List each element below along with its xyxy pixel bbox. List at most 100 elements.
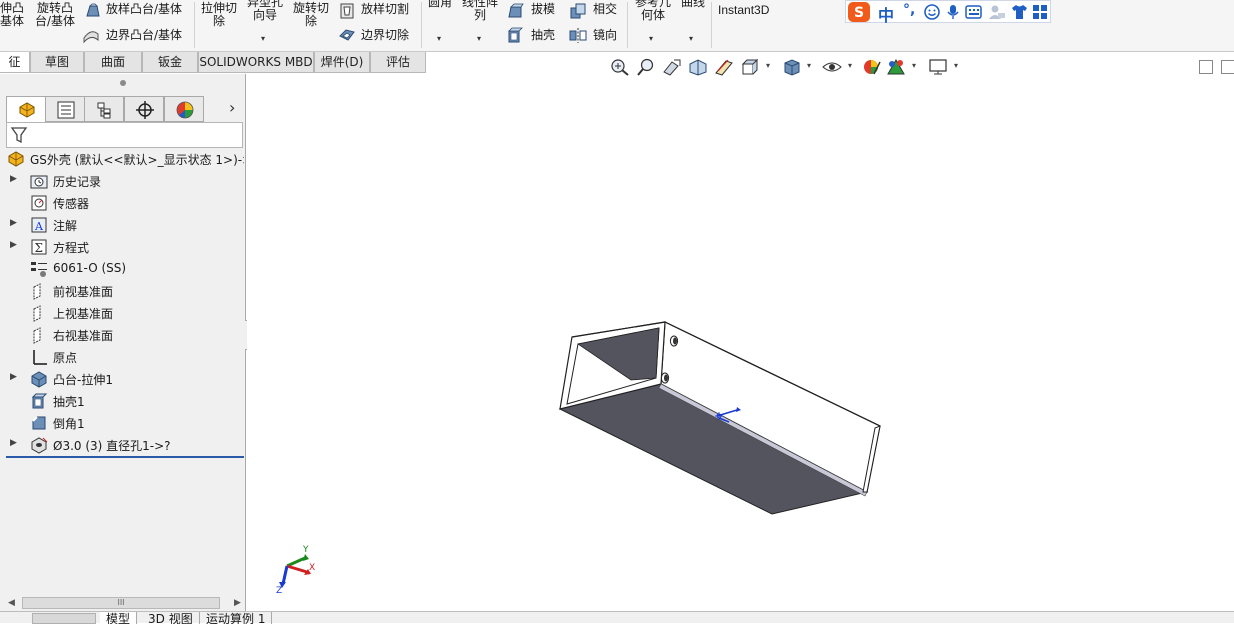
horizontal-scrollbar[interactable]: ◀ III ▶ [4, 595, 244, 611]
emoji-icon[interactable] [924, 4, 940, 20]
tab-feature-manager[interactable] [6, 96, 46, 122]
draft-button[interactable]: 拔模 [531, 3, 555, 16]
zoom-to-fit-icon[interactable] [610, 58, 630, 76]
scroll-left-icon[interactable]: ◀ [8, 598, 15, 608]
shell-button[interactable]: 抽壳 [531, 29, 555, 42]
revolve-cut-button[interactable]: 旋转切除 [290, 2, 332, 28]
expand-arrow-icon[interactable]: ▶ [10, 372, 17, 382]
boundary-cut-button[interactable]: 边界切除 [361, 29, 409, 42]
tab-sheet-metal[interactable]: 钣金 [142, 52, 198, 73]
tree-item[interactable]: 前视基准面 [0, 280, 244, 302]
tree-filter-bar[interactable] [6, 122, 243, 148]
view-orientation-dropdown-icon[interactable]: ▾ [766, 61, 770, 70]
user-account-icon[interactable] [988, 4, 1006, 20]
tree-item[interactable]: 上视基准面 [0, 302, 244, 324]
scroll-right-icon[interactable]: ▶ [234, 598, 241, 608]
view-settings-dropdown-icon[interactable]: ▾ [954, 61, 958, 70]
tab-features[interactable]: 征 [0, 52, 30, 73]
chevron-right-icon[interactable]: › [229, 98, 235, 117]
tree-item[interactable]: ▶ 凸台-拉伸1 [0, 368, 244, 390]
ime-punctuation-mode[interactable]: °, [903, 2, 915, 18]
shell-icon [508, 27, 523, 43]
loft-boss-button[interactable]: 放样凸台/基体 [106, 3, 182, 16]
maximize-viewport-icon[interactable] [1221, 60, 1234, 74]
tree-item[interactable]: 右视基准面 [0, 324, 244, 346]
revolve-boss-button[interactable]: 旋转凸 台/基体 [33, 2, 77, 28]
scrollbar-thumb[interactable]: III [22, 597, 220, 609]
tab-solidworks-mbd[interactable]: SOLIDWORKS MBD [198, 52, 314, 73]
expand-arrow-icon[interactable]: ▶ [10, 174, 17, 184]
display-style-icon[interactable] [782, 58, 802, 76]
hide-show-dropdown-icon[interactable]: ▾ [848, 61, 852, 70]
sogou-logo-icon[interactable]: S [848, 2, 870, 22]
tab-motion-study[interactable]: 运动算例 1 [200, 612, 273, 624]
loft-cut-button[interactable]: 放样切割 [361, 3, 409, 16]
view-settings-monitor-icon[interactable] [928, 58, 948, 76]
linear-pattern-button[interactable]: 线性阵列 [459, 0, 501, 22]
tree-item[interactable]: 倒角1 [0, 412, 244, 434]
tree-item[interactable]: 6061-O (SS) [0, 258, 244, 280]
voice-icon[interactable] [946, 4, 960, 20]
tab-surfaces[interactable]: 曲面 [84, 52, 142, 73]
extrude-cut-button[interactable]: 拉伸切除 [198, 2, 240, 28]
shell-feature-icon [31, 393, 48, 409]
tree-item[interactable]: ▶ Ø3.0 (3) 直径孔1->? [0, 434, 244, 456]
zoom-to-area-icon[interactable] [636, 58, 656, 76]
tab-weldments[interactable]: 焊件(D) [314, 52, 370, 73]
tab-configuration-manager[interactable] [84, 96, 124, 122]
fillet-button[interactable]: 圆角 [426, 0, 454, 9]
tab-model[interactable]: 模型 [100, 612, 138, 624]
mirror-button[interactable]: 镜向 [593, 29, 617, 42]
tree-item[interactable]: 原点 [0, 346, 244, 368]
reference-geometry-dropdown-icon[interactable]: ▾ [649, 34, 653, 43]
tree-rollback-bar[interactable] [6, 456, 244, 458]
panel-splitter-handle[interactable] [120, 80, 126, 86]
tree-item[interactable]: ▶ A 注解 [0, 214, 244, 236]
property-list-icon [57, 101, 75, 119]
apply-scene-icon[interactable] [886, 58, 906, 76]
hole-wizard-dropdown-icon[interactable]: ▾ [261, 34, 265, 43]
fillet-dropdown-icon[interactable]: ▾ [437, 34, 441, 43]
tab-scroll-arrows[interactable] [32, 613, 96, 624]
tree-item[interactable]: 传感器 [0, 192, 244, 214]
restore-viewport-icon[interactable] [1199, 60, 1213, 74]
extrude-feature-icon [31, 371, 47, 388]
view-orientation-icon[interactable] [740, 58, 760, 76]
graphics-area[interactable]: Y X Z [247, 60, 1234, 611]
section-view-icon[interactable] [688, 58, 708, 76]
boundary-boss-button[interactable]: 边界凸台/基体 [106, 29, 182, 42]
expand-arrow-icon[interactable]: ▶ [10, 240, 17, 250]
hide-show-items-icon[interactable] [822, 58, 842, 76]
filter-funnel-icon[interactable] [10, 126, 28, 144]
tab-property-manager[interactable] [45, 96, 85, 122]
toolbox-grid-icon[interactable] [1033, 5, 1047, 19]
tab-3d-views[interactable]: 3D 视图 [142, 612, 200, 624]
intersect-button[interactable]: 相交 [593, 3, 617, 16]
apply-scene-dropdown-icon[interactable]: ▾ [912, 61, 916, 70]
curves-button[interactable]: 曲线 [680, 0, 706, 9]
tab-display-manager[interactable] [164, 96, 204, 122]
tab-evaluate[interactable]: 评估 [370, 52, 426, 73]
ime-chinese-mode[interactable]: 中 [878, 2, 894, 26]
dynamic-annotation-icon[interactable] [714, 58, 734, 76]
tree-item[interactable]: ▶ 历史记录 [0, 170, 244, 192]
tree-item[interactable]: 抽壳1 [0, 390, 244, 412]
tree-root-part[interactable]: GS外壳 (默认<<默认>_显示状态 1>)-> [0, 148, 244, 170]
extrude-boss-button[interactable]: 伸凸 基体 [0, 2, 24, 28]
instant3d-button[interactable]: Instant3D [718, 4, 769, 17]
tab-dimxpert-manager[interactable] [124, 96, 164, 122]
edit-appearance-icon[interactable] [862, 58, 882, 76]
skin-shirt-icon[interactable] [1011, 4, 1028, 20]
tab-sketch[interactable]: 草图 [30, 52, 84, 73]
tree-item[interactable]: ▶ Σ 方程式 [0, 236, 244, 258]
display-style-dropdown-icon[interactable]: ▾ [807, 61, 811, 70]
expand-arrow-icon[interactable]: ▶ [10, 218, 17, 228]
reference-geometry-button[interactable]: 参考几 何体 [632, 0, 674, 22]
keyboard-icon[interactable] [965, 5, 982, 19]
hole-wizard-button[interactable]: 异型孔 向导 [244, 0, 286, 22]
previous-view-icon[interactable] [662, 58, 682, 76]
model-shell-body[interactable] [547, 314, 897, 524]
expand-arrow-icon[interactable]: ▶ [10, 438, 17, 448]
linear-pattern-dropdown-icon[interactable]: ▾ [477, 34, 481, 43]
curves-dropdown-icon[interactable]: ▾ [689, 34, 693, 43]
